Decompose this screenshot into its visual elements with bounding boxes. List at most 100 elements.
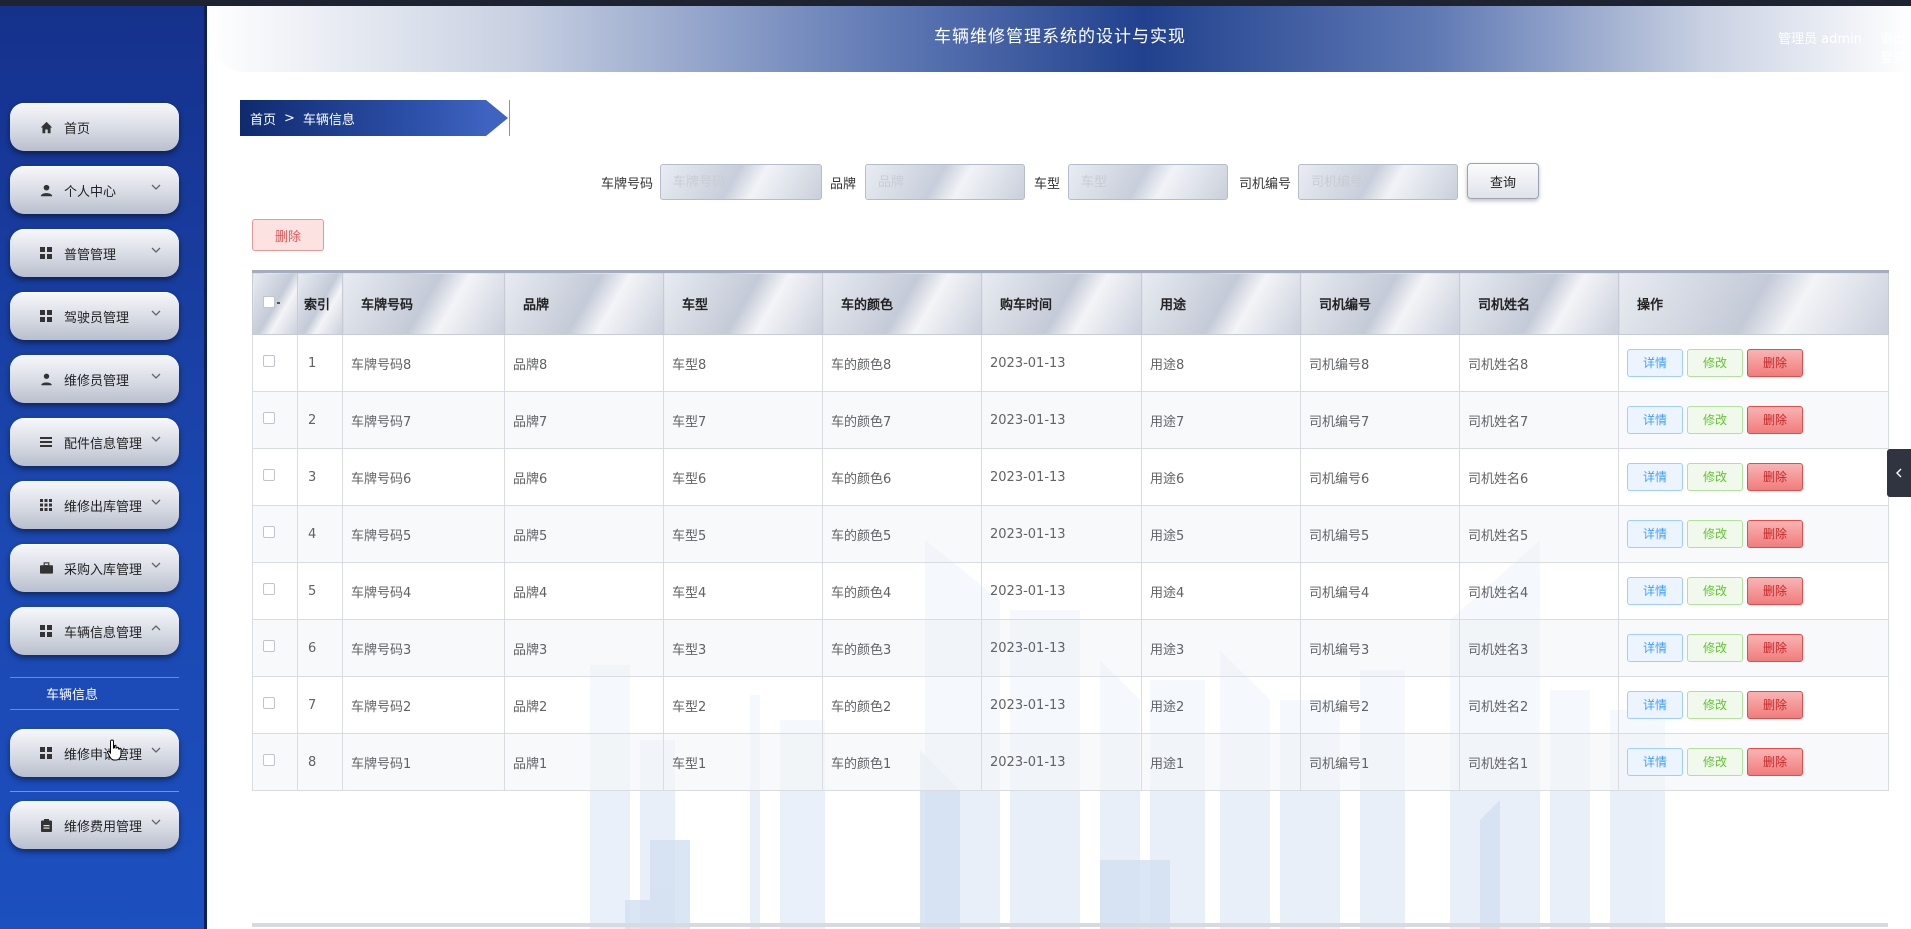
table-row[interactable]: 1 车牌号码8 品牌8 车型8 车的颜色8 2023-01-13 用途8 司机编号8 司机姓名8… — [252, 334, 1889, 392]
sidebar-item-driver-management[interactable]: 驾驶员管理 — [10, 292, 179, 340]
delete-button[interactable]: 删除 — [1747, 349, 1803, 377]
sidebar-item-home[interactable]: 首页 — [10, 103, 179, 151]
row-checkbox[interactable] — [263, 526, 275, 538]
sidebar-item-parts-management[interactable]: 配件信息管理 — [10, 418, 179, 466]
row-select-cell[interactable] — [252, 505, 298, 563]
row-select-cell[interactable] — [252, 733, 298, 791]
detail-button[interactable]: 详情 — [1627, 691, 1683, 719]
row-select-cell[interactable] — [252, 676, 298, 734]
breadcrumb-separator: > — [284, 110, 295, 126]
cell-driver-no: 司机编号5 — [1300, 505, 1460, 563]
detail-button[interactable]: 详情 — [1627, 748, 1683, 776]
driver-no-input[interactable] — [1298, 164, 1458, 200]
edit-button[interactable]: 修改 — [1687, 406, 1743, 434]
breadcrumb-arrow — [486, 100, 508, 136]
delete-button[interactable]: 删除 — [1747, 406, 1803, 434]
delete-button[interactable]: 删除 — [1747, 691, 1803, 719]
table-row[interactable]: 7 车牌号码2 品牌2 车型2 车的颜色2 2023-01-13 用途2 司机编号2 司机姓名2… — [252, 676, 1889, 734]
row-checkbox[interactable] — [263, 640, 275, 652]
logout-link[interactable]: 退出登录 — [1880, 28, 1911, 66]
edit-button[interactable]: 修改 — [1687, 577, 1743, 605]
cell-color: 车的颜色6 — [822, 448, 982, 506]
row-select-cell[interactable] — [252, 334, 298, 392]
sidebar-item-label: 配件信息管理 — [64, 436, 143, 452]
cell-usage: 用途3 — [1141, 619, 1301, 677]
sidebar-item-admin-management[interactable]: 普管管理 — [10, 229, 179, 277]
sidebar-item-purchase-inbound[interactable]: 采购入库管理 — [10, 544, 179, 592]
detail-button[interactable]: 详情 — [1627, 349, 1683, 377]
row-select-cell[interactable] — [252, 619, 298, 677]
cell-plate: 车牌号码5 — [342, 505, 505, 563]
detail-button[interactable]: 详情 — [1627, 577, 1683, 605]
table-row[interactable]: 2 车牌号码7 品牌7 车型7 车的颜色7 2023-01-13 用途7 司机编号7 司机姓名7… — [252, 391, 1889, 449]
breadcrumb-divider — [509, 100, 510, 136]
table-row[interactable]: 6 车牌号码3 品牌3 车型3 车的颜色3 2023-01-13 用途3 司机编号3 司机姓名3… — [252, 619, 1889, 677]
sidebar-item-label: 维修出库管理 — [64, 499, 143, 515]
horizontal-scrollbar[interactable] — [252, 923, 1888, 927]
cell-brand: 品牌1 — [504, 733, 664, 791]
chevron-down-icon — [151, 819, 161, 825]
table-row[interactable]: 3 车牌号码6 品牌6 车型6 车的颜色6 2023-01-13 用途6 司机编号6 司机姓名6… — [252, 448, 1889, 506]
cell-buy-time: 2023-01-13 — [981, 562, 1142, 620]
cell-model: 车型7 — [663, 391, 823, 449]
sidebar-item-repair-fee[interactable]: 维修费用管理 — [10, 801, 179, 849]
cell-plate: 车牌号码8 — [342, 334, 505, 392]
delete-button[interactable]: 删除 — [1747, 634, 1803, 662]
row-checkbox[interactable] — [263, 355, 275, 367]
delete-button[interactable]: 删除 — [1747, 577, 1803, 605]
cell-driver-name: 司机姓名6 — [1459, 448, 1619, 506]
delete-button[interactable]: 删除 — [1747, 520, 1803, 548]
table-row[interactable]: 8 车牌号码1 品牌1 车型1 车的颜色1 2023-01-13 用途1 司机编号1 司机姓名1… — [252, 733, 1889, 791]
sidebar-item-label: 维修员管理 — [64, 373, 130, 389]
detail-button[interactable]: 详情 — [1627, 406, 1683, 434]
query-button[interactable]: 查询 — [1467, 163, 1539, 199]
edit-button[interactable]: 修改 — [1687, 634, 1743, 662]
sidebar-item-repair-outbound[interactable]: 维修出库管理 — [10, 481, 179, 529]
edit-button[interactable]: 修改 — [1687, 520, 1743, 548]
row-checkbox[interactable] — [263, 754, 275, 766]
sidebar-item-mechanic-management[interactable]: 维修员管理 — [10, 355, 179, 403]
delete-button[interactable]: 删除 — [1747, 463, 1803, 491]
cell-usage: 用途1 — [1141, 733, 1301, 791]
row-checkbox[interactable] — [263, 697, 275, 709]
detail-button[interactable]: 详情 — [1627, 463, 1683, 491]
edit-button[interactable]: 修改 — [1687, 691, 1743, 719]
cell-buy-time: 2023-01-13 — [981, 448, 1142, 506]
delete-button[interactable]: 删除 — [1747, 748, 1803, 776]
row-select-cell[interactable] — [252, 562, 298, 620]
cell-driver-name: 司机姓名8 — [1459, 334, 1619, 392]
model-input[interactable] — [1068, 164, 1228, 200]
sidebar-subitem-vehicle-info[interactable]: 车辆信息 — [10, 677, 179, 710]
sidebar-item-vehicle-management[interactable]: 车辆信息管理 — [10, 607, 179, 655]
grid-icon — [38, 745, 54, 761]
top-header: 车辆维修管理系统的设计与实现 管理员 admin 退出登录 — [207, 6, 1911, 72]
row-checkbox[interactable] — [263, 412, 275, 424]
edit-button[interactable]: 修改 — [1687, 349, 1743, 377]
select-all-cell[interactable] — [252, 270, 298, 335]
sidebar-item-repair-request[interactable]: 维修申请管理 — [10, 729, 179, 777]
edit-button[interactable]: 修改 — [1687, 463, 1743, 491]
row-checkbox[interactable] — [263, 583, 275, 595]
col-color: 车的颜色 — [822, 270, 982, 335]
breadcrumb-home[interactable]: 首页 — [250, 109, 276, 128]
select-all-checkbox[interactable] — [263, 295, 280, 308]
sidebar-item-personal-center[interactable]: 个人中心 — [10, 166, 179, 214]
cell-model: 车型6 — [663, 448, 823, 506]
plate-input[interactable] — [660, 164, 822, 200]
table-row[interactable]: 5 车牌号码4 品牌4 车型4 车的颜色4 2023-01-13 用途4 司机编号4 司机姓名4… — [252, 562, 1889, 620]
brand-input[interactable] — [865, 164, 1025, 200]
collapse-panel-button[interactable] — [1887, 449, 1911, 497]
row-select-cell[interactable] — [252, 448, 298, 506]
row-checkbox[interactable] — [263, 469, 275, 481]
edit-button[interactable]: 修改 — [1687, 748, 1743, 776]
cell-brand: 品牌6 — [504, 448, 664, 506]
cell-buy-time: 2023-01-13 — [981, 676, 1142, 734]
cell-usage: 用途4 — [1141, 562, 1301, 620]
table-row[interactable]: 4 车牌号码5 品牌5 车型5 车的颜色5 2023-01-13 用途5 司机编号5 司机姓名5… — [252, 505, 1889, 563]
row-select-cell[interactable] — [252, 391, 298, 449]
batch-delete-button[interactable]: 删除 — [252, 219, 324, 251]
page-title: 车辆维修管理系统的设计与实现 — [934, 27, 1186, 47]
detail-button[interactable]: 详情 — [1627, 634, 1683, 662]
detail-button[interactable]: 详情 — [1627, 520, 1683, 548]
cell-operations: 详情 修改 删除 — [1618, 733, 1889, 791]
